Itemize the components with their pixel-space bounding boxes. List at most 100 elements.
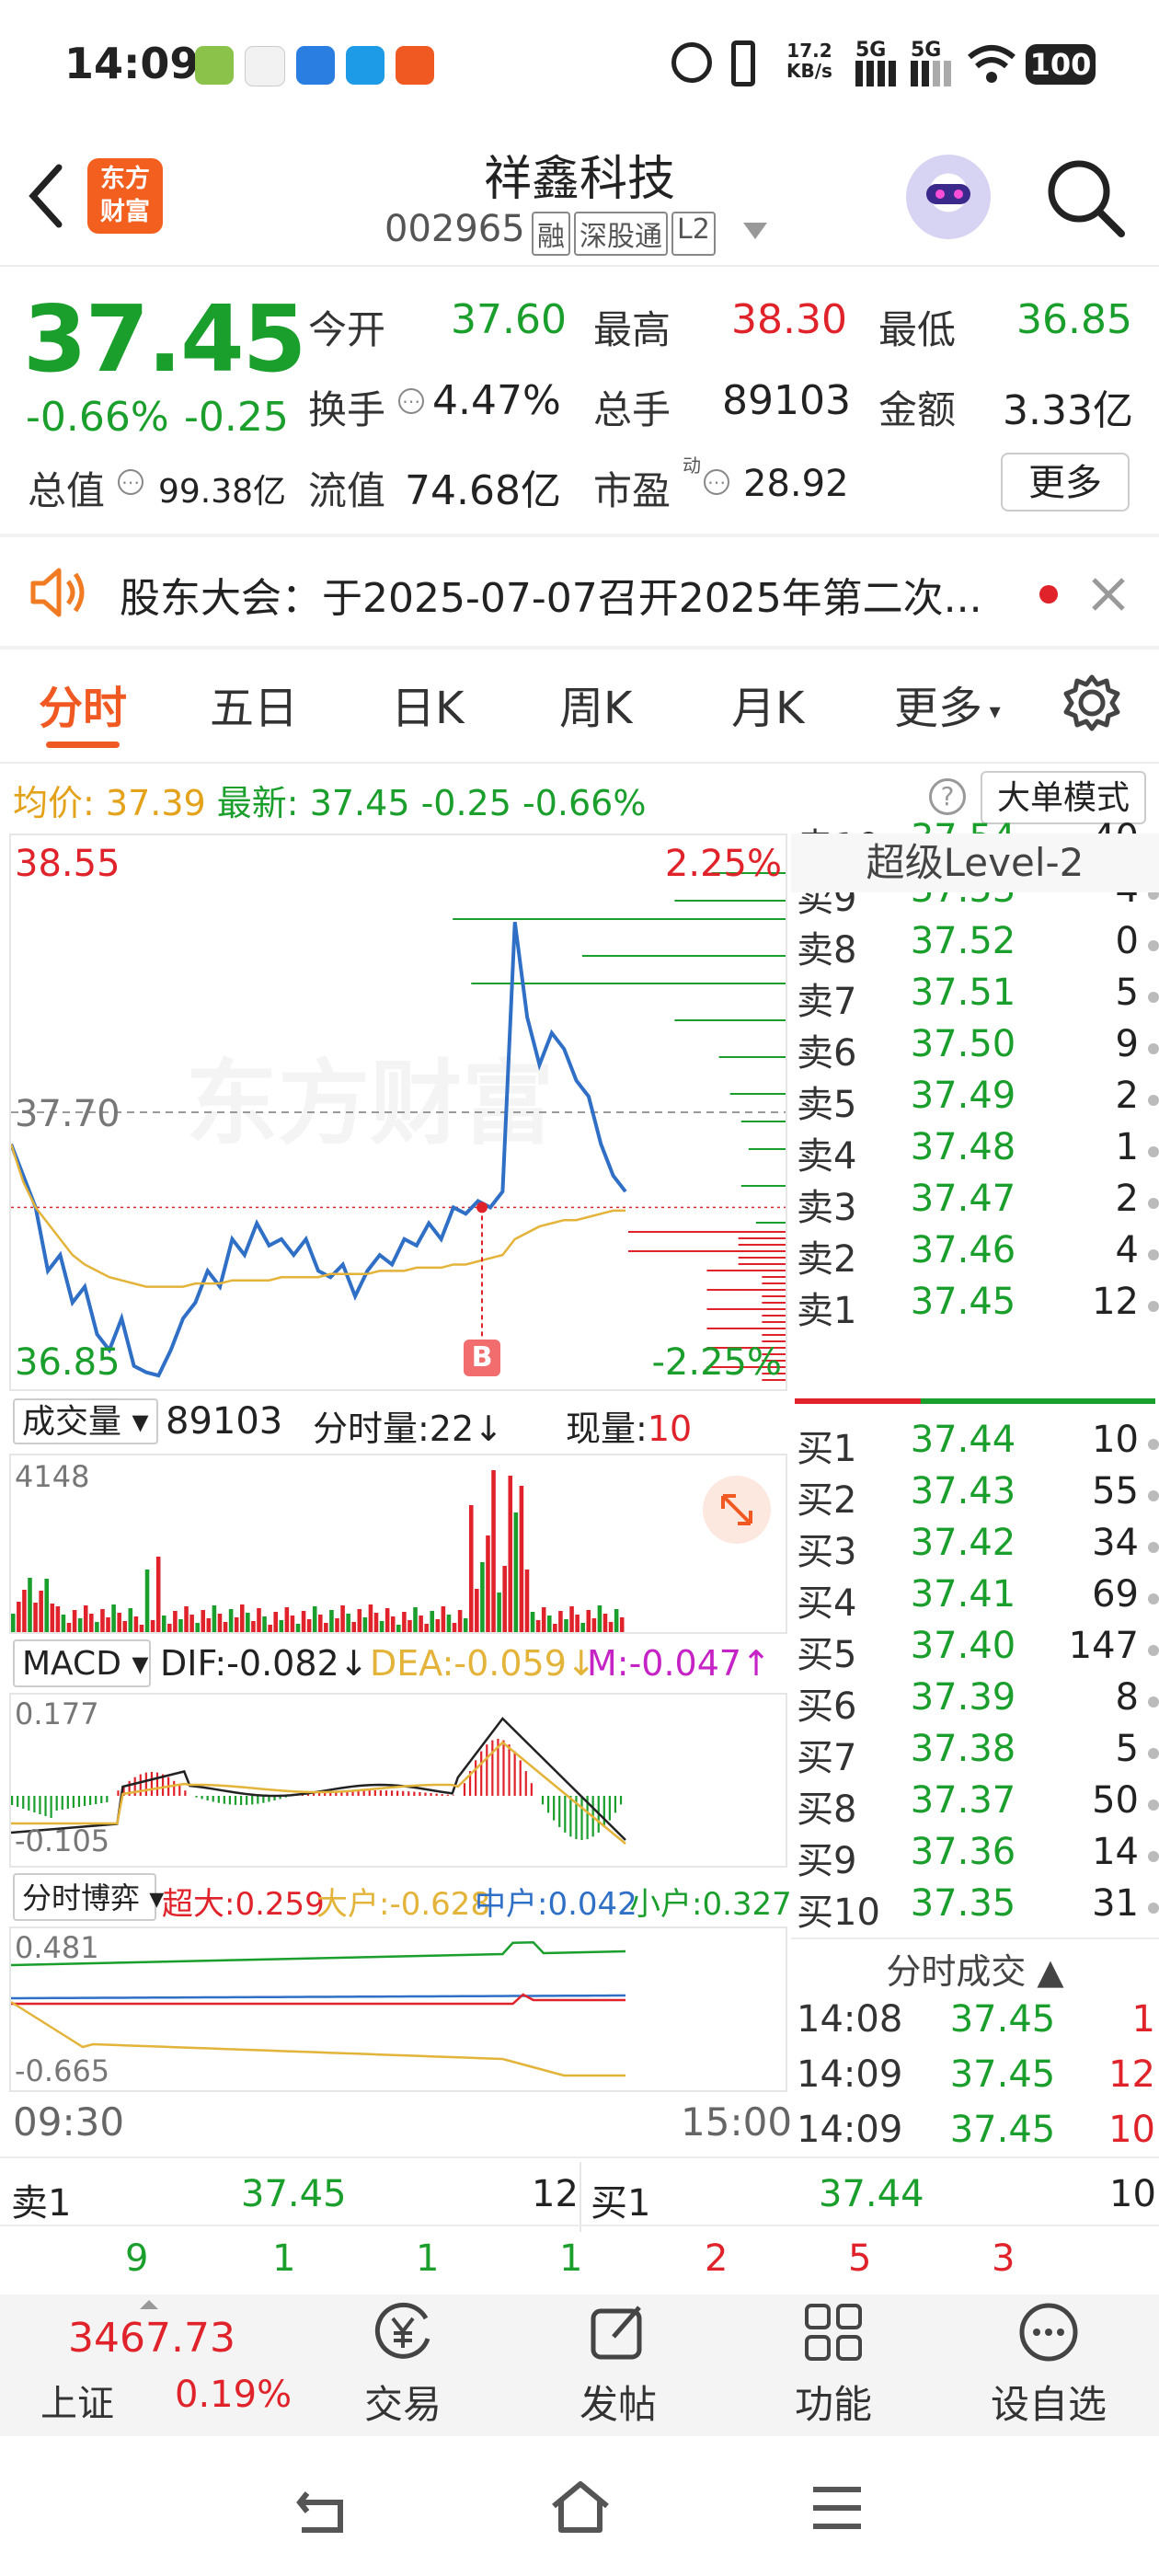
depth-bar [738,1237,786,1239]
ask-price: 37.51 [910,972,1016,1014]
turnover-label: 换手 [308,387,386,432]
volume-bar [184,1606,189,1632]
flow-indicator-select[interactable]: 分时博弈 ▾ [13,1873,164,1921]
help-icon[interactable]: ? [929,778,966,815]
tab-monthly-k[interactable]: 月K [731,672,804,736]
flow-chart[interactable]: 0.481 -0.665 [9,1926,787,2092]
expand-icon[interactable] [703,1476,771,1544]
back-icon[interactable] [293,2482,351,2537]
bid-row[interactable]: 买2 37.43 55 [791,1470,1159,1522]
tab-more[interactable]: 更多 ▾ [894,672,1001,736]
ask-row[interactable]: 卖6 37.50 9 [791,1023,1159,1075]
volume-bar [28,1578,32,1632]
bid-row[interactable]: 买4 37.41 69 [791,1573,1159,1625]
volume-chart[interactable]: 4148 [9,1454,787,1634]
current-price: 37.45 [23,285,306,393]
more-dot-icon [1148,1800,1159,1811]
ask-row[interactable]: 卖8 37.52 0 [791,920,1159,972]
buy-marker[interactable]: B [464,1340,500,1376]
macd-bar [100,1796,103,1803]
ask-price: 37.52 [910,920,1016,962]
tab-weekly-k[interactable]: 周K [559,672,632,736]
trades-title[interactable]: 分时成交 ▲ [791,1943,1159,1994]
settings-gear-icon[interactable] [1062,673,1121,732]
dropdown-triangle-icon[interactable] [743,223,767,241]
macd-bar [441,1794,443,1796]
more-button[interactable]: 更多 [1001,453,1130,512]
depth-bar [762,1295,786,1297]
stock-header: 东方 财富 祥鑫科技 002965 融 深股通 L2 [0,138,1159,267]
ask-row[interactable]: 卖1 37.45 12 [791,1281,1159,1332]
bid-label: 买4 [797,1582,857,1625]
bid-row[interactable]: 买5 37.40 147 [791,1625,1159,1676]
macd-bar [435,1793,438,1796]
tab-daily-k[interactable]: 日K [391,672,464,736]
tab-intraday[interactable]: 分时 [39,672,127,736]
macd-bar [61,1796,63,1810]
index-name: 上证 [40,2383,114,2425]
macd-m: M:-0.047↑ [587,1643,771,1684]
divider [0,265,1159,267]
tag-connect: 深股通 [574,212,668,256]
depth-bar [453,918,786,920]
volume-total: 89103 [166,1400,283,1443]
search-icon[interactable] [1044,156,1127,239]
macd-bar [413,1791,416,1796]
info-icon[interactable]: ⋯ [398,388,424,414]
macd-bar [155,1772,159,1796]
bid-label: 买10 [797,1892,880,1934]
nav-functions[interactable]: 功能 [760,2300,907,2430]
menu-icon[interactable] [809,2484,865,2532]
notice-text: 股东大会：于2025-07-07召开2025年第二次... [120,575,982,622]
bid-row[interactable]: 买7 37.38 5 [791,1728,1159,1779]
volume-bar [268,1625,272,1632]
volume-bar [312,1606,317,1632]
close-icon[interactable] [1090,576,1127,613]
bid-price: 37.44 [910,1419,1016,1461]
more-dot-icon [1148,1146,1159,1157]
notice-bar[interactable]: 股东大会：于2025-07-07召开2025年第二次... [0,537,1159,646]
nav-add-watchlist[interactable]: 设自选 [975,2300,1122,2430]
macd-chart[interactable]: 0.177 -0.105 [9,1693,787,1868]
nav-post[interactable]: 发帖 [545,2300,692,2430]
bid-row[interactable]: 买10 37.35 31 [791,1882,1159,1934]
assistant-robot-avatar[interactable] [906,155,991,239]
macd-bar [553,1796,556,1821]
info-icon[interactable]: ⋯ [118,469,143,495]
ask-row[interactable]: 卖5 37.49 2 [791,1075,1159,1126]
volume-indicator-select[interactable]: 成交量 ▾ [13,1398,158,1444]
depth-bar [706,1270,786,1271]
bid-row[interactable]: 买1 37.44 10 [791,1419,1159,1470]
info-icon[interactable]: ⋯ [704,469,729,495]
bid-row[interactable]: 买3 37.42 34 [791,1522,1159,1573]
pct-axis-bottom-label: -2.25% [651,1341,782,1384]
macd-bar [246,1796,248,1805]
status-time: 14:09 [64,39,200,88]
tab-five-day[interactable]: 五日 [210,672,298,736]
level2-title[interactable]: 超级Level-2 [791,834,1159,892]
ask-row[interactable]: 卖4 37.48 1 [791,1126,1159,1178]
bid-row[interactable]: 买8 37.37 50 [791,1779,1159,1831]
ask-row[interactable]: 卖7 37.51 5 [791,972,1159,1023]
macd-bottom-label: -0.105 [15,1823,110,1858]
bid-row[interactable]: 买9 37.36 14 [791,1831,1159,1882]
macd-bar [475,1760,477,1796]
volume-bar [306,1619,312,1632]
intraday-chart[interactable]: 东方财富 38.55 37.70 36.85 2.25% -2.25% B [9,834,787,1391]
macd-indicator-select[interactable]: MACD ▾ [13,1639,151,1687]
volume-bar [39,1591,43,1632]
macd-bar [95,1796,98,1804]
volume-bar [290,1616,295,1632]
more-dot-icon [1148,1301,1159,1312]
bid-row[interactable]: 买6 37.39 8 [791,1676,1159,1728]
nav-trade[interactable]: 交易 [329,2300,476,2430]
index-ticker[interactable]: 3467.73 上证 0.19% [0,2294,304,2436]
macd-bar [373,1790,376,1796]
volume-bar [295,1624,301,1632]
volume-bar [580,1623,585,1632]
volume-bar [100,1609,105,1632]
trade-price: 37.45 [949,2109,1056,2151]
ask-row[interactable]: 卖3 37.47 2 [791,1178,1159,1229]
home-icon[interactable] [548,2478,613,2537]
ask-row[interactable]: 卖2 37.46 4 [791,1229,1159,1281]
